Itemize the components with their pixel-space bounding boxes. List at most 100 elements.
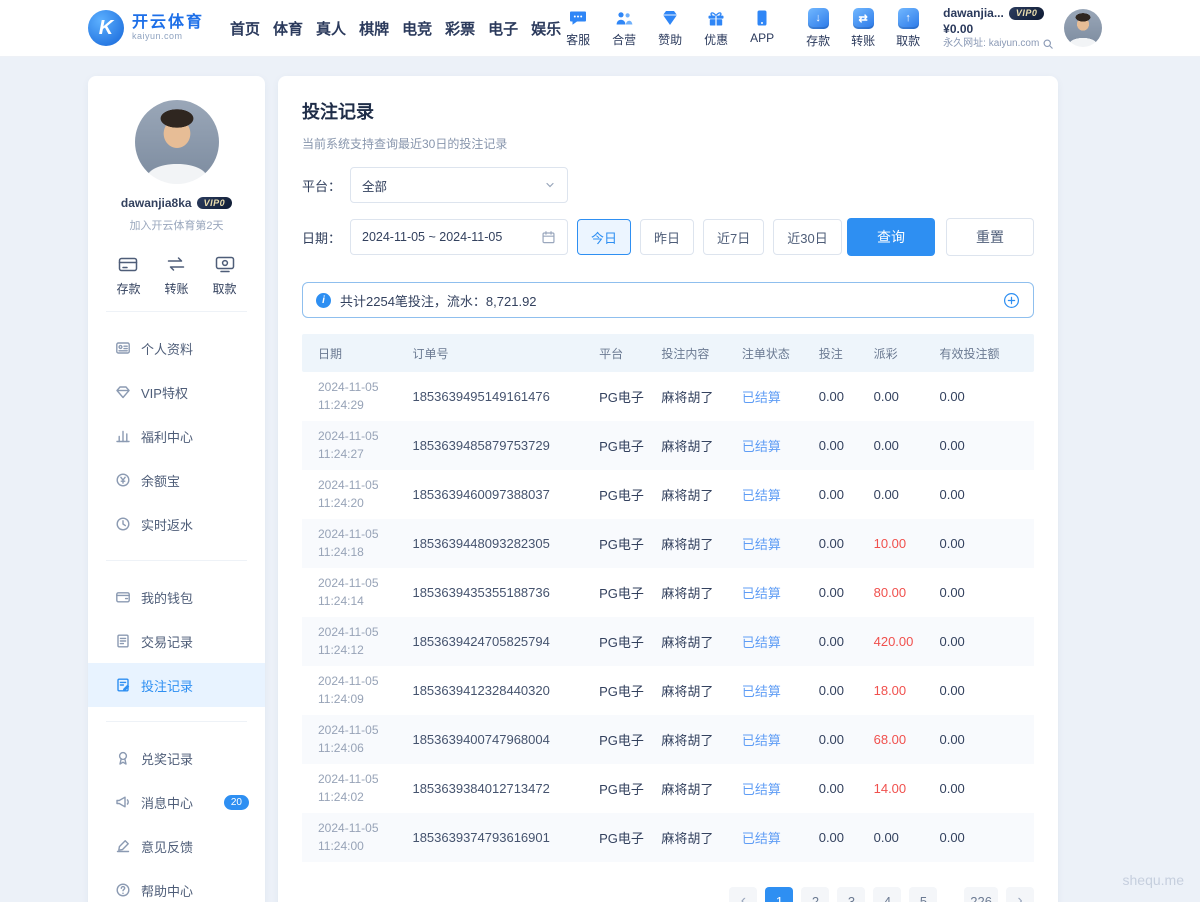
sidebar-item-profile[interactable]: 个人资料 <box>88 326 265 370</box>
reset-button[interactable]: 重置 <box>946 218 1034 256</box>
page-button-2[interactable]: 2 <box>801 887 829 902</box>
page-button-1[interactable]: 1 <box>765 887 793 902</box>
valid-bet-amount: 0.00 <box>931 568 1034 617</box>
sponsor-button[interactable]: 赞助 <box>653 8 687 48</box>
next-page-button[interactable]: › <box>1006 887 1034 902</box>
payout: 0.00 <box>866 421 932 470</box>
nav-item-live-casino[interactable]: 真人 <box>316 18 346 39</box>
profile-avatar[interactable] <box>135 100 219 184</box>
valid-bet-amount: 0.00 <box>931 421 1034 470</box>
col-status: 注单状态 <box>734 334 811 372</box>
page-button-5[interactable]: 5 <box>909 887 937 902</box>
platform-select[interactable]: 全部 <box>350 167 568 203</box>
sidebar-item-bet-records[interactable]: 投注记录 <box>88 663 265 707</box>
order-number: 1853639485879753729 <box>404 421 591 470</box>
bet-time: 11:24:09 <box>318 691 396 708</box>
status: 已结算 <box>734 715 811 764</box>
quick-date-30days[interactable]: 近30日 <box>773 219 841 255</box>
customer-service-label: 客服 <box>566 31 590 48</box>
nav-item-home[interactable]: 首页 <box>230 18 260 39</box>
bet-content: 麻将胡了 <box>653 764 734 813</box>
sidebar-item-redeem-records[interactable]: 兑奖记录 <box>88 736 265 780</box>
payout: 18.00 <box>866 666 932 715</box>
payout: 0.00 <box>866 813 932 862</box>
sidebar-item-vip[interactable]: VIP特权 <box>88 370 265 414</box>
chat-icon <box>568 8 588 28</box>
quick-date-yesterday[interactable]: 昨日 <box>640 219 694 255</box>
table-row: 2024-11-0511:24:06 1853639400747968004 P… <box>302 715 1034 764</box>
sidebar-item-label: 帮助中心 <box>141 881 193 900</box>
platform: PG电子 <box>591 421 653 470</box>
vip-gem-icon <box>115 384 131 400</box>
profile-name: dawanjia8ka <box>121 196 192 210</box>
brand-title: 开云体育 <box>132 14 204 32</box>
sidebar-item-messages[interactable]: 消息中心 20 <box>88 780 265 824</box>
page-button-4[interactable]: 4 <box>873 887 901 902</box>
top-navbar: K 开云体育 kaiyun.com 首页 体育 真人 棋牌 电竞 彩票 电子 娱… <box>0 0 1200 56</box>
pagination: ‹ 1 2 3 4 5 ... 226 › <box>302 887 1034 902</box>
deposit-button[interactable]: ↓ 存款 <box>801 8 835 49</box>
nav-item-chess[interactable]: 棋牌 <box>359 18 389 39</box>
nav-item-entertainment[interactable]: 娱乐 <box>531 18 561 39</box>
sidebar-item-rebate[interactable]: 实时返水 <box>88 502 265 546</box>
sidebar-item-yuebao[interactable]: 余额宝 <box>88 458 265 502</box>
app-download-button[interactable]: APP <box>745 8 779 48</box>
bet-records-table: 日期 订单号 平台 投注内容 注单状态 投注 派彩 有效投注额 2024-11-… <box>302 334 1034 862</box>
prev-page-button[interactable]: ‹ <box>729 887 757 902</box>
promotions-button[interactable]: 优惠 <box>699 8 733 48</box>
sidebar-item-wallet[interactable]: 我的钱包 <box>88 575 265 619</box>
sidebar-transfer-button[interactable]: 转账 <box>164 253 188 297</box>
valid-bet-amount: 0.00 <box>931 764 1034 813</box>
sidebar-item-welfare[interactable]: 福利中心 <box>88 414 265 458</box>
quick-date-7days[interactable]: 近7日 <box>703 219 764 255</box>
partnership-button[interactable]: 合营 <box>607 8 641 48</box>
medal-icon <box>115 750 131 766</box>
col-payout: 派彩 <box>866 334 932 372</box>
clock-icon <box>115 516 131 532</box>
sidebar-withdraw-button[interactable]: 取款 <box>213 253 237 297</box>
bet-date-cell: 2024-11-0511:24:06 <box>302 715 404 764</box>
search-icon[interactable] <box>1042 38 1054 50</box>
bet-date: 2024-11-05 <box>318 722 396 739</box>
bet-content: 麻将胡了 <box>653 519 734 568</box>
quick-date-today[interactable]: 今日 <box>577 219 631 255</box>
transfer-button[interactable]: ⇄ 转账 <box>846 8 880 49</box>
user-avatar[interactable] <box>1064 9 1102 47</box>
nav-item-lottery[interactable]: 彩票 <box>445 18 475 39</box>
bet-time: 11:24:14 <box>318 593 396 610</box>
bet-content: 麻将胡了 <box>653 372 734 421</box>
expand-plus-icon[interactable] <box>1003 292 1020 309</box>
profile-sidebar: dawanjia8ka VIP0 加入开云体育第2天 存款 转账 <box>88 76 265 902</box>
nav-item-esports[interactable]: 电竞 <box>402 18 432 39</box>
platform: PG电子 <box>591 764 653 813</box>
bet-amount: 0.00 <box>811 715 866 764</box>
sidebar-item-transactions[interactable]: 交易记录 <box>88 619 265 663</box>
sidebar-deposit-button[interactable]: 存款 <box>116 253 140 297</box>
nav-item-slots[interactable]: 电子 <box>488 18 518 39</box>
deposit-label: 存款 <box>806 32 830 49</box>
withdraw-button[interactable]: ↑ 取款 <box>891 8 925 49</box>
sidebar-withdraw-label: 取款 <box>213 280 237 297</box>
table-row: 2024-11-0511:24:27 1853639485879753729 P… <box>302 421 1034 470</box>
bet-time: 11:24:27 <box>318 446 396 463</box>
bet-date: 2024-11-05 <box>318 673 396 690</box>
col-bet-amount: 投注 <box>811 334 866 372</box>
brand-logo[interactable]: K 开云体育 kaiyun.com <box>88 10 204 46</box>
col-valid-bet: 有效投注额 <box>931 334 1034 372</box>
sidebar-item-label: 交易记录 <box>141 632 193 651</box>
megaphone-icon <box>115 794 131 810</box>
col-date: 日期 <box>302 334 404 372</box>
nav-item-sports[interactable]: 体育 <box>273 18 303 39</box>
sidebar-item-feedback[interactable]: 意见反馈 <box>88 824 265 868</box>
sidebar-item-help[interactable]: 帮助中心 <box>88 868 265 902</box>
valid-bet-amount: 0.00 <box>931 813 1034 862</box>
bet-date-cell: 2024-11-0511:24:14 <box>302 568 404 617</box>
customer-service-button[interactable]: 客服 <box>561 8 595 48</box>
bet-time: 11:24:18 <box>318 544 396 561</box>
search-button[interactable]: 查询 <box>847 218 935 256</box>
bet-date-cell: 2024-11-0511:24:02 <box>302 764 404 813</box>
table-row: 2024-11-0511:24:29 1853639495149161476 P… <box>302 372 1034 421</box>
date-range-picker[interactable]: 2024-11-05 ~ 2024-11-05 <box>350 219 568 255</box>
page-button-last[interactable]: 226 <box>964 887 998 902</box>
page-button-3[interactable]: 3 <box>837 887 865 902</box>
